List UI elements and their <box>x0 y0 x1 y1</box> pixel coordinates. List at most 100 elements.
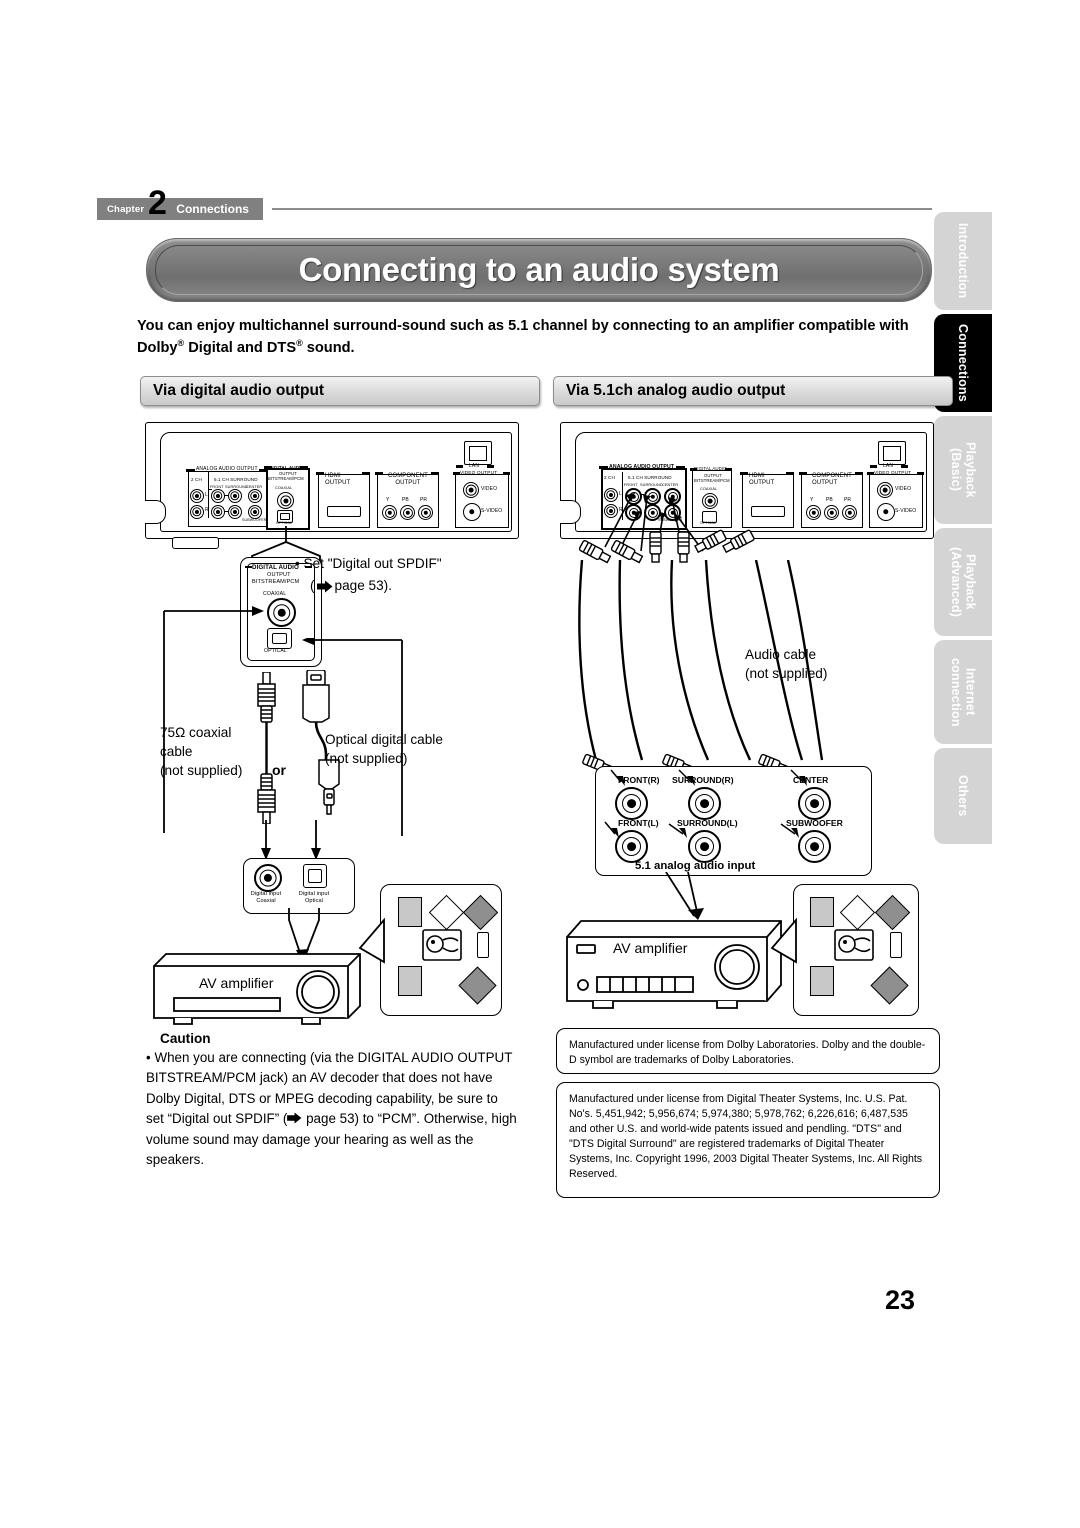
caution-bullet: • <box>146 1050 151 1065</box>
speaker-shape-square-top-left <box>398 897 422 927</box>
input-jack-arrows <box>604 769 807 838</box>
jack-divider-left <box>208 472 210 518</box>
analog-cap-left-left <box>186 469 195 472</box>
side-tab-introduction[interactable]: Introduction <box>934 212 992 310</box>
intro-line-2b: Digital and DTS <box>184 340 297 357</box>
speaker-shape-square-bottom-left <box>398 966 422 996</box>
speaker-shape-sub-right <box>890 932 902 958</box>
analog-audio-output-label-left: ANALOG AUDIO OUTPUT <box>196 466 258 472</box>
page-title-banner: Connecting to an audio system <box>146 238 932 302</box>
coax-cable-caption-l3: (not supplied) <box>160 762 243 778</box>
jack-video-left <box>463 482 479 498</box>
dolby-trademark-note: Manufactured under license from Dolby La… <box>556 1028 940 1074</box>
video-cap-left-right <box>867 472 874 475</box>
component-pb-label-right: PB <box>826 497 833 503</box>
audio-cable-caption-l1: Audio cable <box>745 647 817 662</box>
side-tab-others[interactable]: Others <box>934 748 992 844</box>
manual-page: Chapter Connections 2 Connecting to an a… <box>0 0 1080 1528</box>
jack-subwoofer-left <box>248 505 262 519</box>
callout-cap-left <box>245 566 252 569</box>
side-tab-internet-connection-label: Internet connection <box>949 657 978 727</box>
analog-cap-left-right <box>599 466 608 469</box>
jack-optical-inner-left <box>280 513 290 520</box>
svideo-label-left: S-VIDEO <box>481 508 503 514</box>
lan-label-right: LAN <box>883 463 894 469</box>
video-label-right: VIDEO <box>895 486 912 492</box>
digital-input-optical-label-2: Optical <box>304 898 324 904</box>
plug-insert-arrows-left <box>261 820 321 860</box>
callout-jack-coaxial <box>267 598 296 627</box>
speaker-shape-sub <box>477 932 489 958</box>
callout-bitstream-label: BITSTREAM/PCM <box>252 579 300 585</box>
digital-audio-label-right: DIGITAL AUDIO <box>694 466 727 471</box>
hdmi-output-label-left: HDMI OUTPUT <box>325 473 351 486</box>
coax-cable-caption: 75Ω coaxial cable (not supplied) <box>160 724 242 780</box>
intro-line-2a: Dolby <box>137 340 178 357</box>
av-amplifier-right <box>566 920 782 1009</box>
optical-cable-caption-l1: Optical digital cable <box>325 732 443 747</box>
svideo-label-right: S-VIDEO <box>895 508 917 514</box>
jack-component-y-left <box>382 505 397 520</box>
hdmi-output-label-right: HDMI OUTPUT <box>749 473 775 486</box>
section-header-analog-audio-output: Via 5.1ch analog audio output <box>553 376 953 406</box>
video-output-label-left: VIDEO OUTPUT <box>460 471 498 476</box>
note-bullet: • <box>295 556 304 571</box>
digital-coaxial-label-left: COAXIAL <box>275 486 293 490</box>
side-tab-playback-basic[interactable]: Playback (Basic) <box>934 416 992 524</box>
analog-cap-right-right <box>676 466 685 469</box>
digital-input-optical-label-1: Digital input <box>298 891 330 897</box>
component-cap-left-right <box>799 472 807 475</box>
component-y-label-right: Y <box>810 497 814 503</box>
analog-audio-output-label-right: ANALOG AUDIO OUTPUT <box>609 464 675 470</box>
chapter-rule <box>272 208 932 210</box>
listener-icon-left <box>422 929 462 961</box>
page-title: Connecting to an audio system <box>298 251 780 288</box>
side-tab-playback-advanced[interactable]: Playback (Advanced) <box>934 528 992 636</box>
hdmi-cap-left-right <box>740 472 748 475</box>
lan-cap-left <box>456 465 463 468</box>
video-output-group-right <box>869 474 923 528</box>
digital-input-coaxial-label-1: Digital input <box>250 891 282 897</box>
jack-component-pr-right <box>842 505 857 520</box>
lan-cap-right-right <box>901 465 908 468</box>
av-amplifier-left-label: AV amplifier <box>199 975 274 991</box>
note-page-text: page 53). <box>334 578 392 593</box>
jack-dash-2 <box>224 495 228 497</box>
component-cap-left <box>375 472 383 475</box>
dts-trademark-note-text: Manufactured under license from Digital … <box>569 1093 923 1181</box>
speaker-shape-square-top-right <box>810 897 834 927</box>
lan-cap-left-right <box>870 465 877 468</box>
component-output-label-right: COMPONENT OUTPUT <box>812 473 852 486</box>
note-set-spdif-text: Set "Digital out SPDIF" <box>303 556 442 571</box>
chapter-word-box: Chapter <box>97 198 151 220</box>
rear-panel-notch-left <box>145 500 166 524</box>
side-tab-playback-basic-label: Playback (Basic) <box>949 442 978 498</box>
note-page-ref: ( page 53). <box>310 576 392 596</box>
jack-svideo-left <box>463 503 481 521</box>
digital-input-optical-jack-inner <box>308 869 322 883</box>
jack-center-left <box>248 489 262 503</box>
component-pr-label-right: PR <box>844 497 852 503</box>
intro-paragraph: You can enjoy multichannel surround-soun… <box>137 316 942 359</box>
digital-bitstream-label-right: BITSTREAM/PCM <box>694 478 730 483</box>
component-pb-label-left: PB <box>402 497 409 503</box>
jack-front-l-left <box>211 489 225 503</box>
coax-cable-caption-l1: 75Ω coaxial <box>160 725 232 740</box>
lan-cap-right <box>487 465 494 468</box>
side-tab-internet-connection[interactable]: Internet connection <box>934 640 992 744</box>
lan-port-inner-left <box>469 446 487 461</box>
dts-trademark-note: Manufactured under license from Digital … <box>556 1082 940 1198</box>
hdmi-cap-right-right <box>786 472 794 475</box>
jack-video-right <box>877 482 893 498</box>
analog-2ch-label-left: 2 CH <box>191 477 202 482</box>
note-set-spdif: • Set "Digital out SPDIF" <box>295 554 442 574</box>
digital-input-coaxial-jack <box>254 864 282 892</box>
section-header-digital-audio-output: Via digital audio output <box>140 376 540 406</box>
video-output-label-right: VIDEO OUTPUT <box>874 471 912 476</box>
callout-digital-audio-label: DIGITAL AUDIO <box>252 564 299 571</box>
video-cap-right-right <box>917 472 924 475</box>
jack-component-y-right <box>806 505 821 520</box>
chapter-number: 2 <box>148 184 167 222</box>
component-cap-right <box>431 472 439 475</box>
hdmi-connector-right <box>751 506 785 517</box>
